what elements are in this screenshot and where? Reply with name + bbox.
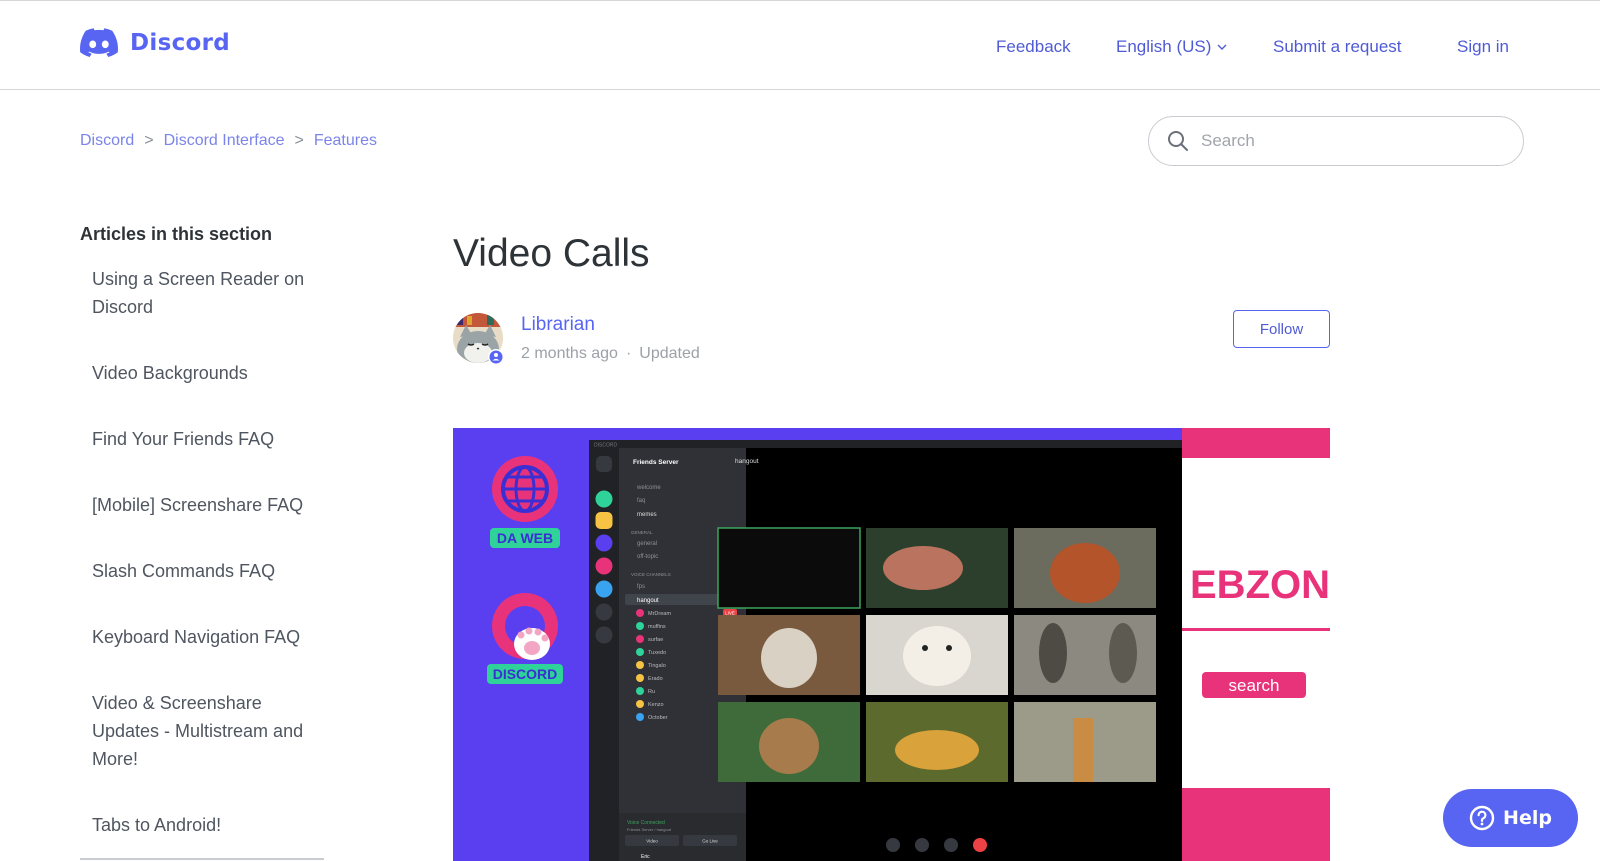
- svg-text:Eric: Eric: [641, 854, 650, 860]
- article-meta: 2 months ago · Updated: [521, 345, 700, 363]
- svg-text:MrDream: MrDream: [648, 611, 671, 617]
- discord-logo[interactable]: Discord: [80, 28, 230, 58]
- sidebar-article-link[interactable]: Using a Screen Reader on Discord: [92, 269, 304, 317]
- svg-text:Ru: Ru: [648, 689, 655, 695]
- svg-text:memes: memes: [637, 512, 657, 518]
- search-input[interactable]: [1201, 131, 1501, 151]
- sidebar-article-link[interactable]: Keyboard Navigation FAQ: [92, 627, 300, 647]
- breadcrumb-item-discord[interactable]: Discord: [80, 132, 134, 150]
- meta-separator: ·: [625, 345, 632, 362]
- sign-in-link[interactable]: Sign in: [1457, 37, 1509, 57]
- help-label: Help: [1503, 807, 1552, 829]
- list-item: Video Backgrounds: [92, 359, 324, 387]
- svg-text:Tingalo: Tingalo: [648, 663, 666, 669]
- list-item: Using a Screen Reader on Discord: [92, 265, 324, 321]
- svg-text:LIVE: LIVE: [725, 611, 735, 616]
- svg-text:Friends Server: Friends Server: [633, 459, 679, 466]
- svg-text:general: general: [637, 541, 657, 547]
- badge-top-text: DA WEB: [497, 530, 553, 546]
- hero-search-button: search: [1228, 676, 1279, 695]
- sidebar-article-link[interactable]: Tabs to Android!: [92, 815, 221, 835]
- breadcrumb-item-discord-interface[interactable]: Discord Interface: [164, 132, 285, 150]
- svg-text:GENERAL: GENERAL: [631, 530, 653, 535]
- svg-text:hangout: hangout: [637, 598, 659, 604]
- svg-text:fps: fps: [637, 584, 645, 590]
- search-box: [1148, 116, 1524, 166]
- svg-text:off-topic: off-topic: [637, 554, 658, 560]
- video-call-illustration: DA WEB DISCORD EBZONE search DISCORD: [453, 428, 1330, 861]
- follow-button[interactable]: Follow: [1233, 310, 1330, 348]
- list-item: Tabs to Android!: [92, 811, 324, 839]
- svg-text:Erado: Erado: [648, 676, 663, 682]
- svg-text:VOICE CHANNELS: VOICE CHANNELS: [631, 572, 671, 577]
- discord-logo-icon: [80, 28, 118, 58]
- article-time-ago: 2 months ago: [521, 345, 618, 362]
- svg-text:Video: Video: [646, 839, 658, 844]
- language-selector[interactable]: English (US): [1116, 37, 1227, 57]
- author-name-link[interactable]: Librarian: [521, 314, 595, 336]
- badge-bottom-text: DISCORD: [493, 666, 558, 682]
- help-button[interactable]: Help: [1443, 789, 1578, 847]
- svg-text:Kenzo: Kenzo: [648, 702, 664, 708]
- search-icon: [1168, 131, 1188, 151]
- sidebar-article-link[interactable]: Video & Screenshare Updates - Multistrea…: [92, 693, 303, 769]
- articles-sidebar: Articles in this section Using a Screen …: [80, 224, 324, 861]
- list-item: Slash Commands FAQ: [92, 557, 324, 585]
- webzone-text: EBZONE: [1190, 563, 1330, 607]
- sidebar-title: Articles in this section: [80, 224, 273, 244]
- submit-request-link[interactable]: Submit a request: [1273, 37, 1402, 57]
- list-item: Video & Screenshare Updates - Multistrea…: [92, 689, 324, 773]
- language-label: English (US): [1116, 37, 1212, 56]
- svg-text:Voice Connected: Voice Connected: [627, 820, 665, 826]
- svg-text:muffins: muffins: [648, 624, 666, 630]
- logo-wordmark: Discord: [130, 30, 231, 56]
- page-title: Video Calls: [453, 232, 650, 275]
- avatar[interactable]: [453, 313, 505, 365]
- breadcrumb-separator: >: [294, 132, 304, 149]
- svg-text:Go Live: Go Live: [702, 839, 718, 844]
- breadcrumb-separator: >: [144, 132, 154, 149]
- sidebar-article-link[interactable]: Video Backgrounds: [92, 363, 248, 383]
- question-circle-icon: [1469, 805, 1495, 831]
- svg-text:DISCORD: DISCORD: [594, 443, 617, 449]
- nav-feedback-link[interactable]: Feedback: [996, 37, 1071, 57]
- site-header: Discord Feedback English (US) Submit a r…: [0, 0, 1600, 90]
- svg-text:faq: faq: [637, 498, 645, 504]
- breadcrumb: Discord > Discord Interface > Features: [80, 132, 377, 150]
- divider: [80, 858, 324, 860]
- list-item: Find Your Friends FAQ: [92, 425, 324, 453]
- svg-text:Tuxedo: Tuxedo: [648, 650, 666, 656]
- sidebar-article-list: Using a Screen Reader on Discord Video B…: [80, 265, 324, 839]
- sidebar-article-link[interactable]: [Mobile] Screenshare FAQ: [92, 495, 303, 515]
- list-item: Keyboard Navigation FAQ: [92, 623, 324, 651]
- svg-text:October: October: [648, 715, 668, 721]
- article-hero-image: DA WEB DISCORD EBZONE search DISCORD: [453, 428, 1330, 861]
- svg-text:surfae: surfae: [648, 637, 663, 643]
- sidebar-article-link[interactable]: Slash Commands FAQ: [92, 561, 275, 581]
- list-item: [Mobile] Screenshare FAQ: [92, 491, 324, 519]
- svg-text:hangout: hangout: [735, 458, 759, 465]
- sidebar-article-link[interactable]: Find Your Friends FAQ: [92, 429, 274, 449]
- svg-text:welcome: welcome: [636, 485, 661, 491]
- breadcrumb-item-features[interactable]: Features: [314, 132, 377, 150]
- article-updated-label: Updated: [639, 345, 700, 362]
- chevron-down-icon: [1217, 44, 1227, 50]
- svg-text:Friends Server / hangout: Friends Server / hangout: [627, 827, 672, 832]
